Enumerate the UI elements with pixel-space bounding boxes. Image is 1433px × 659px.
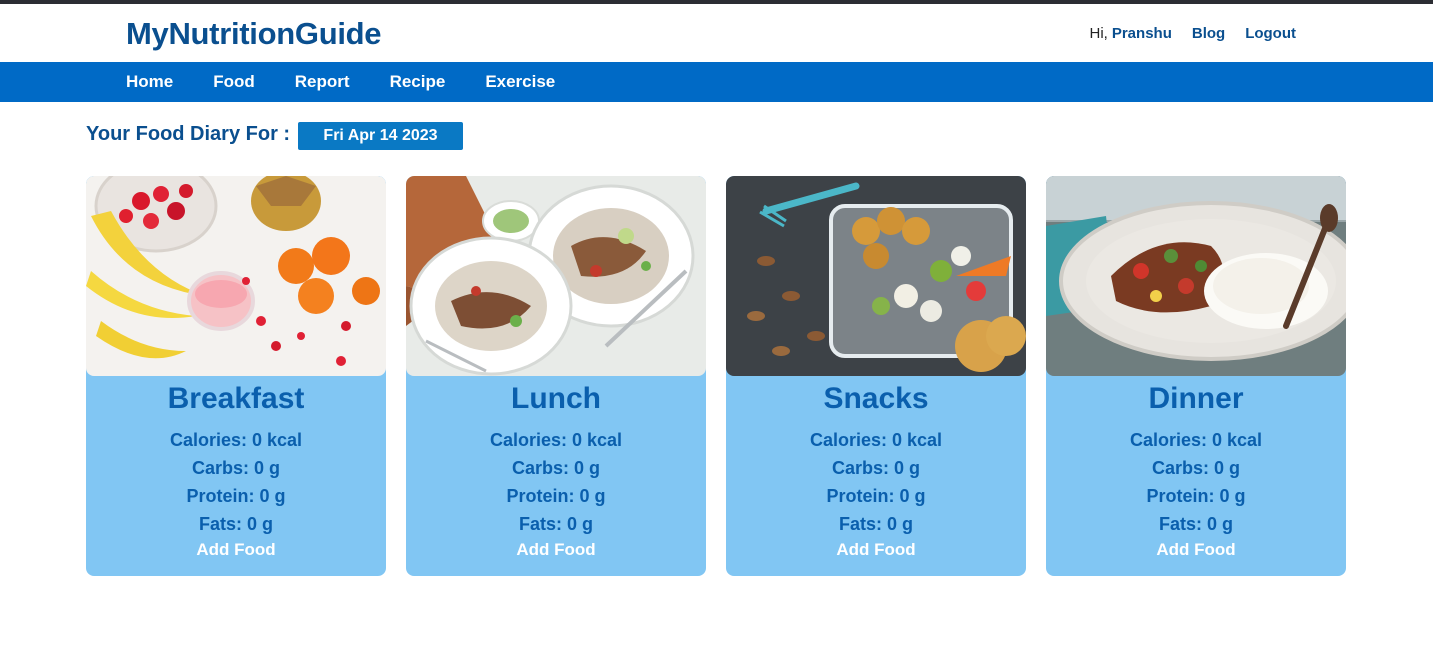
carbs-stat: Carbs: 0 g (1151, 458, 1241, 478)
main-nav: Home Food Report Recipe Exercise (0, 62, 1433, 102)
logout-link[interactable]: Logout (1245, 25, 1296, 42)
blog-link[interactable]: Blog (1192, 25, 1225, 42)
add-food-button[interactable]: Add Food (726, 540, 1026, 560)
lunch-body: Lunch Calories: 0 kcal Carbs: 0 g Protei… (406, 376, 706, 576)
fats-stat: Fats: 0 g (198, 514, 273, 534)
snacks-image (726, 176, 1026, 376)
snacks-body: Snacks Calories: 0 kcal Carbs: 0 g Prote… (726, 376, 1026, 576)
nav-recipe[interactable]: Recipe (390, 72, 446, 92)
meal-title: Lunch (511, 382, 601, 415)
date-picker-button[interactable]: Fri Apr 14 2023 (298, 122, 463, 150)
dinner-image (1046, 176, 1346, 376)
curry-rice-plate-photo (1046, 176, 1346, 376)
nav-exercise[interactable]: Exercise (485, 72, 555, 92)
fruit-smoothie-photo (86, 176, 386, 376)
carbs-stat: Carbs: 0 g (831, 458, 921, 478)
add-food-button[interactable]: Add Food (86, 540, 386, 560)
protein-stat: Protein: 0 g (1146, 486, 1246, 506)
fats-stat: Fats: 0 g (838, 514, 913, 534)
protein-stat: Protein: 0 g (186, 486, 286, 506)
header: MyNutritionGuide Hi, Pranshu Blog Logout (0, 4, 1433, 62)
meal-card-lunch[interactable]: Lunch Calories: 0 kcal Carbs: 0 g Protei… (406, 176, 706, 576)
nav-food[interactable]: Food (213, 72, 255, 92)
dinner-body: Dinner Calories: 0 kcal Carbs: 0 g Prote… (1046, 376, 1346, 576)
nav-report[interactable]: Report (295, 72, 350, 92)
protein-stat: Protein: 0 g (506, 486, 606, 506)
nav-home[interactable]: Home (126, 72, 173, 92)
diary-title: Your Food Diary For : (86, 123, 291, 145)
add-food-button[interactable]: Add Food (406, 540, 706, 560)
calories-stat: Calories: 0 kcal (809, 430, 943, 450)
rice-salad-plates-photo (406, 176, 706, 376)
snack-box-photo (726, 176, 1026, 376)
breakfast-body: Breakfast Calories: 0 kcal Carbs: 0 g Pr… (86, 376, 386, 576)
user-bar: Hi, Pranshu Blog Logout (1090, 25, 1297, 42)
greeting-text: Hi, (1089, 25, 1108, 42)
username[interactable]: Pranshu (1112, 25, 1172, 42)
meal-title: Dinner (1148, 382, 1244, 415)
fats-stat: Fats: 0 g (518, 514, 593, 534)
protein-stat: Protein: 0 g (826, 486, 926, 506)
meal-card-dinner[interactable]: Dinner Calories: 0 kcal Carbs: 0 g Prote… (1046, 176, 1346, 576)
meal-card-snacks[interactable]: Snacks Calories: 0 kcal Carbs: 0 g Prote… (726, 176, 1026, 576)
fats-stat: Fats: 0 g (1158, 514, 1233, 534)
breakfast-image (86, 176, 386, 376)
meal-title: Breakfast (167, 382, 305, 415)
brand-logo[interactable]: MyNutritionGuide (126, 16, 382, 52)
add-food-button[interactable]: Add Food (1046, 540, 1346, 560)
lunch-image (406, 176, 706, 376)
calories-stat: Calories: 0 kcal (169, 430, 303, 450)
carbs-stat: Carbs: 0 g (191, 458, 281, 478)
carbs-stat: Carbs: 0 g (511, 458, 601, 478)
calories-stat: Calories: 0 kcal (1129, 430, 1263, 450)
meal-card-breakfast[interactable]: Breakfast Calories: 0 kcal Carbs: 0 g Pr… (86, 176, 386, 576)
meal-title: Snacks (823, 382, 929, 415)
calories-stat: Calories: 0 kcal (489, 430, 623, 450)
